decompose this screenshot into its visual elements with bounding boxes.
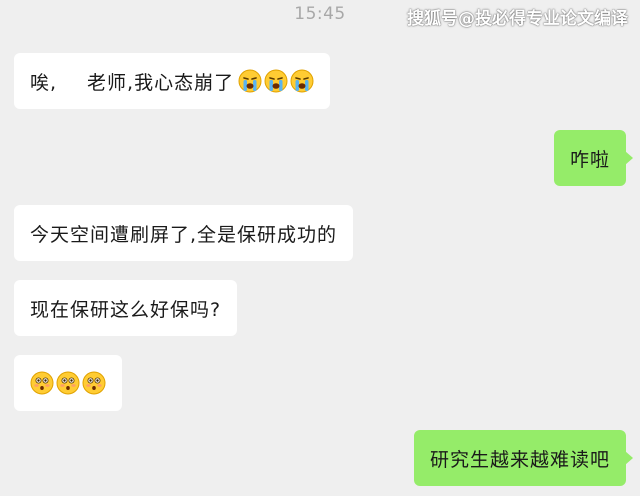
- astonished-face-icon: [82, 371, 106, 395]
- crying-face-icon: [264, 69, 288, 93]
- message-text: 咋啦: [569, 148, 610, 171]
- message-text: 老师,我心态崩了: [87, 71, 235, 94]
- message-bubble-outgoing[interactable]: 咋啦: [553, 130, 634, 186]
- message-bubble-incoming[interactable]: 唉, 老师,我心态崩了: [14, 53, 331, 109]
- message-bubble-incoming[interactable]: 今天空间遭刷屏了,全是保研成功的: [14, 205, 354, 261]
- source-watermark: 搜狐号@投必得专业论文编译: [407, 9, 628, 29]
- astonished-face-icon: [56, 371, 80, 395]
- crying-face-icon: [238, 69, 262, 93]
- message-text: 唉,: [30, 71, 58, 94]
- message-bubble-incoming[interactable]: [14, 355, 122, 411]
- message-bubble-incoming[interactable]: 现在保研这么好保吗?: [14, 280, 238, 336]
- message-text: 研究生越来越难读吧: [429, 448, 610, 471]
- message-text: 现在保研这么好保吗?: [30, 298, 222, 321]
- astonished-face-icon: [30, 371, 54, 395]
- message-text: 今天空间遭刷屏了,全是保研成功的: [30, 223, 338, 246]
- crying-face-icon: [290, 69, 314, 93]
- message-bubble-outgoing[interactable]: 研究生越来越难读吧: [413, 430, 634, 486]
